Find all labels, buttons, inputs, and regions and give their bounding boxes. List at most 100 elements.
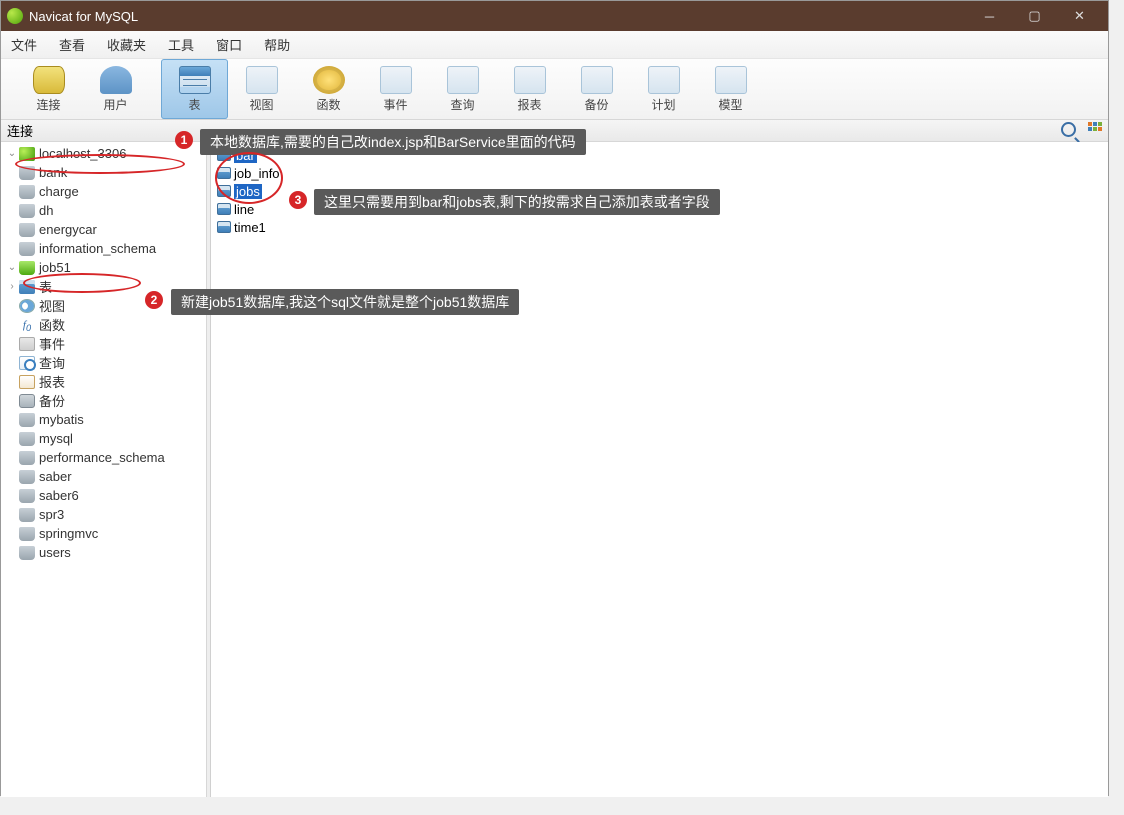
toolbar-report[interactable]: 报表	[496, 59, 563, 119]
toolbar: 连接 用户 表 视图 函数 事件 查询 报表 备份 计划	[1, 59, 1108, 120]
table-list[interactable]: barjob_infojobslinetime1	[211, 142, 1108, 240]
table-row-icon	[217, 185, 231, 197]
database-icon	[19, 204, 35, 218]
toolbar-report-label: 报表	[517, 96, 541, 113]
toolbar-view-label: 视图	[249, 96, 273, 113]
toolbar-schedule-label: 计划	[651, 96, 675, 113]
tree-item[interactable]: charge	[1, 182, 206, 201]
tree-item[interactable]: 视图	[1, 296, 206, 315]
table-item[interactable]: bar	[217, 146, 1102, 164]
tree-item[interactable]: springmvc	[1, 524, 206, 543]
menu-tool[interactable]: 工具	[168, 35, 194, 54]
tree-item[interactable]: energycar	[1, 220, 206, 239]
database-icon	[19, 413, 35, 427]
title-bar: Navicat for MySQL ─ ▢ ✕	[1, 1, 1108, 31]
database-icon	[19, 508, 35, 522]
tree-item[interactable]: performance_schema	[1, 448, 206, 467]
tree-item[interactable]: saber	[1, 467, 206, 486]
main-panel: barjob_infojobslinetime1	[211, 142, 1108, 797]
tree-item[interactable]: spr3	[1, 505, 206, 524]
toolbar-model[interactable]: 模型	[697, 59, 764, 119]
table-row-icon	[217, 167, 231, 179]
subheader-label: 连接	[7, 121, 33, 140]
event-icon	[380, 66, 412, 94]
connection-tree[interactable]: ⌄localhost_3306bankchargedhenergycarinfo…	[1, 142, 207, 797]
toolbar-backup-label: 备份	[584, 96, 608, 113]
grid-view-icon[interactable]	[1088, 122, 1102, 134]
database-icon	[19, 527, 35, 541]
backup-group-icon	[19, 394, 35, 408]
menu-window[interactable]: 窗口	[216, 35, 242, 54]
view-icon	[246, 66, 278, 94]
maximize-button[interactable]: ▢	[1012, 1, 1057, 31]
toolbar-function-label: 函数	[316, 96, 340, 113]
table-row-icon	[217, 203, 231, 215]
tree-item[interactable]: mysql	[1, 429, 206, 448]
query-icon	[447, 66, 479, 94]
toolbar-schedule[interactable]: 计划	[630, 59, 697, 119]
toolbar-table[interactable]: 表	[161, 59, 228, 119]
tree-item[interactable]: dh	[1, 201, 206, 220]
database-icon	[19, 546, 35, 560]
app-logo-icon	[7, 8, 23, 24]
database-icon	[19, 451, 35, 465]
function-group-icon: f0	[19, 318, 35, 332]
report-group-icon	[19, 375, 35, 389]
tree-item[interactable]: users	[1, 543, 206, 562]
tree-item[interactable]: ⌄job51	[1, 258, 206, 277]
user-icon	[100, 66, 132, 94]
toolbar-query[interactable]: 查询	[429, 59, 496, 119]
toolbar-model-label: 模型	[718, 96, 742, 113]
toolbar-event-label: 事件	[383, 96, 407, 113]
toolbar-user-label: 用户	[103, 96, 127, 113]
table-item[interactable]: line	[217, 200, 1102, 218]
minimize-button[interactable]: ─	[967, 1, 1012, 31]
tree-item[interactable]: saber6	[1, 486, 206, 505]
tree-item[interactable]: mybatis	[1, 410, 206, 429]
tree-item[interactable]: ⌄localhost_3306	[1, 144, 206, 163]
tree-item[interactable]: 查询	[1, 353, 206, 372]
connect-icon	[33, 66, 65, 94]
connection-icon	[19, 147, 35, 161]
database-icon	[19, 261, 35, 275]
schedule-icon	[648, 66, 680, 94]
tree-item[interactable]: information_schema	[1, 239, 206, 258]
tree-item[interactable]: 事件	[1, 334, 206, 353]
tree-item[interactable]: f0函数	[1, 315, 206, 334]
table-row-icon	[217, 149, 231, 161]
tree-item[interactable]: 报表	[1, 372, 206, 391]
database-icon	[19, 185, 35, 199]
database-icon	[19, 242, 35, 256]
toolbar-view[interactable]: 视图	[228, 59, 295, 119]
table-icon	[179, 66, 211, 94]
event-group-icon	[19, 337, 35, 351]
tree-item[interactable]: 备份	[1, 391, 206, 410]
app-title: Navicat for MySQL	[29, 9, 138, 24]
tree-item[interactable]: bank	[1, 163, 206, 182]
menu-file[interactable]: 文件	[11, 35, 37, 54]
toolbar-user[interactable]: 用户	[82, 59, 149, 119]
database-icon	[19, 166, 35, 180]
toolbar-connect-label: 连接	[36, 96, 60, 113]
query-group-icon	[19, 356, 35, 370]
toolbar-connect[interactable]: 连接	[15, 59, 82, 119]
app-window: Navicat for MySQL ─ ▢ ✕ 文件 查看 收藏夹 工具 窗口 …	[0, 0, 1109, 796]
table-item[interactable]: job_info	[217, 164, 1102, 182]
toolbar-function[interactable]: 函数	[295, 59, 362, 119]
toolbar-event[interactable]: 事件	[362, 59, 429, 119]
view-group-icon	[19, 299, 35, 313]
menu-view[interactable]: 查看	[59, 35, 85, 54]
table-item[interactable]: time1	[217, 218, 1102, 236]
menu-fav[interactable]: 收藏夹	[107, 35, 146, 54]
function-icon	[313, 66, 345, 94]
menu-help[interactable]: 帮助	[264, 35, 290, 54]
table-group-icon	[19, 280, 35, 294]
toolbar-table-label: 表	[188, 96, 200, 113]
backup-icon	[581, 66, 613, 94]
table-item[interactable]: jobs	[217, 182, 1102, 200]
toolbar-backup[interactable]: 备份	[563, 59, 630, 119]
search-icon[interactable]	[1061, 122, 1080, 140]
close-button[interactable]: ✕	[1057, 1, 1102, 31]
tree-item[interactable]: ›表	[1, 277, 206, 296]
model-icon	[715, 66, 747, 94]
